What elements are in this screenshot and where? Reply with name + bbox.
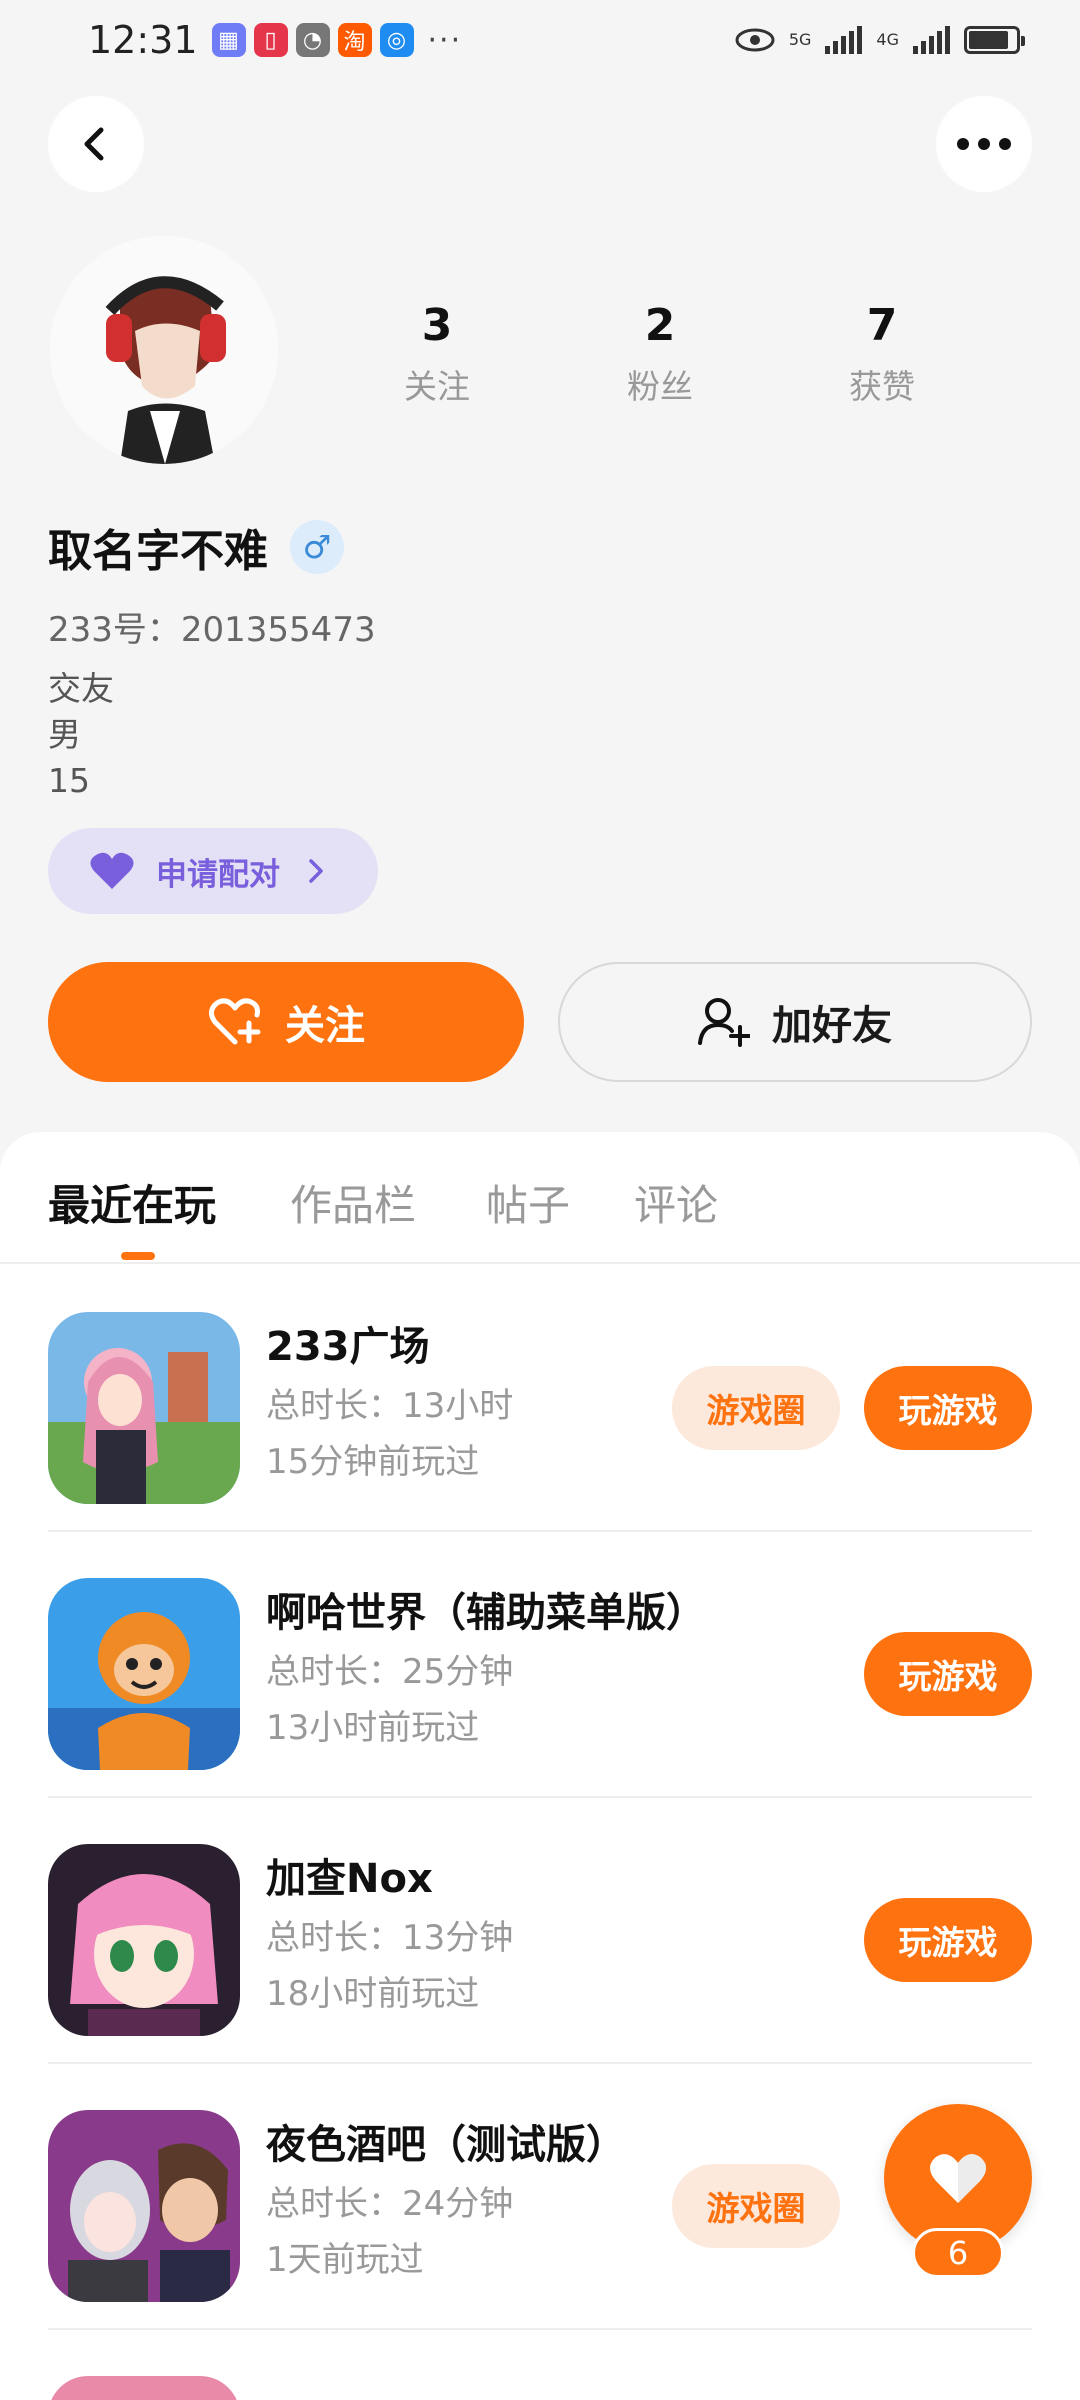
chevron-left-icon (84, 127, 104, 161)
heart-plus-icon (207, 997, 263, 1047)
app-tile-icon: ▦ (211, 23, 246, 57)
game-last-played: 1天前玩过 (266, 2240, 424, 2280)
game-icon-233-plaza (48, 1312, 240, 1504)
battery-icon (964, 26, 1025, 54)
game-icon-partial (48, 2376, 240, 2400)
game-name: 啊哈世界（辅助菜单版） (266, 1590, 706, 1636)
game-row-aha-world[interactable]: 啊哈世界（辅助菜单版） 总时长：25分钟 13小时前玩过 玩游戏 (48, 1532, 1032, 1798)
eye-icon (735, 28, 775, 52)
play-game-button[interactable]: 玩游戏 (864, 1366, 1032, 1450)
tab-works[interactable]: 作品栏 (290, 1172, 416, 1233)
follow-button[interactable]: 关注 (48, 962, 524, 1082)
stat-followers[interactable]: 2 粉丝 (560, 296, 760, 408)
avatar[interactable] (50, 236, 278, 464)
game-row-233-plaza[interactable]: 233广场 总时长：13小时 15分钟前玩过 游戏圈 玩游戏 (48, 1266, 1032, 1532)
game-total-time: 总时长：13分钟 (266, 1918, 514, 1958)
stat-value: 3 (421, 300, 453, 351)
bio-line: 交友 (48, 669, 114, 708)
book-app-icon: ▯ (253, 23, 288, 57)
tab-posts[interactable]: 帖子 (486, 1172, 570, 1233)
stat-label: 获赞 (849, 367, 915, 406)
status-more: ··· (427, 22, 463, 58)
more-dots-icon (957, 138, 1011, 150)
game-last-played: 15分钟前玩过 (266, 1442, 480, 1482)
chevron-right-icon (309, 859, 323, 883)
apply-pair-button[interactable]: 申请配对 (48, 828, 378, 914)
game-total-time: 总时长：13小时 (266, 1386, 514, 1426)
stat-following[interactable]: 3 关注 (337, 296, 537, 408)
status-bar: 12:31 ▦ ▯ ◔ 淘 ◎ ··· 5G 4G (0, 0, 1080, 80)
game-icon-night-bar (48, 2110, 240, 2302)
stat-likes[interactable]: 7 获赞 (782, 296, 982, 408)
game-last-played: 18小时前玩过 (266, 1974, 480, 2014)
game-last-played: 13小时前玩过 (266, 1708, 480, 1748)
user-id: 233号：201355473 (48, 610, 376, 650)
tab-bar: 最近在玩 作品栏 帖子 评论 (0, 1132, 1080, 1264)
stat-label: 粉丝 (627, 367, 693, 406)
bio: 交友 男 15 (48, 666, 114, 804)
battery-level (969, 31, 1009, 49)
more-button[interactable] (936, 96, 1032, 192)
heart-icon (90, 852, 134, 889)
add-user-icon (698, 997, 750, 1047)
tab-recent-play[interactable]: 最近在玩 (48, 1172, 216, 1233)
heart-icon (930, 2154, 986, 2203)
signal-icon (913, 26, 950, 54)
search-app-icon: ◎ (379, 23, 414, 57)
back-button[interactable] (48, 96, 144, 192)
male-icon: ♂ (290, 520, 344, 574)
game-row-gacha-nox[interactable]: 加查Nox 总时长：13分钟 18小时前玩过 玩游戏 (48, 1798, 1032, 2064)
status-indicators: 5G 4G (735, 26, 1025, 54)
like-count-badge: 6 (912, 2228, 1004, 2278)
game-circle-button[interactable]: 游戏圈 (672, 1366, 840, 1450)
stat-label: 关注 (404, 367, 470, 406)
taobao-icon: 淘 (337, 23, 372, 57)
stat-value: 7 (866, 300, 898, 351)
network-5g-label: 5G (788, 30, 812, 49)
game-name: 233广场 (266, 1324, 430, 1370)
status-time: 12:31 (88, 18, 198, 62)
wechat-icon: ◔ (295, 23, 330, 57)
bio-line: 男 (48, 715, 81, 754)
network-4g-label: 4G (876, 30, 899, 49)
avatar-illustration (50, 236, 278, 464)
bio-line: 15 (48, 761, 90, 800)
stat-value: 2 (644, 300, 676, 351)
game-name: 加查Nox (266, 1856, 433, 1902)
game-total-time: 总时长：25分钟 (266, 1652, 514, 1692)
nickname: 取名字不难 ♂ (48, 515, 344, 579)
game-icon-gacha-nox (48, 1844, 240, 2036)
tab-comments[interactable]: 评论 (634, 1172, 718, 1233)
add-friend-button[interactable]: 加好友 (558, 962, 1032, 1082)
game-total-time: 总时长：24分钟 (266, 2184, 514, 2224)
game-row-night-bar[interactable]: 夜色酒吧（测试版） 总时长：24分钟 1天前玩过 游戏圈 (48, 2064, 1032, 2330)
nickname-text: 取名字不难 (48, 526, 268, 577)
game-icon-aha-world (48, 1578, 240, 1770)
play-game-button[interactable]: 玩游戏 (864, 1898, 1032, 1982)
game-circle-button[interactable]: 游戏圈 (672, 2164, 840, 2248)
tab-indicator (121, 1252, 155, 1260)
play-game-button[interactable]: 玩游戏 (864, 1632, 1032, 1716)
game-name: 夜色酒吧（测试版） (266, 2122, 626, 2168)
signal-icon (825, 26, 863, 54)
follow-label: 关注 (285, 1003, 365, 1049)
apply-pair-label: 申请配对 (156, 856, 280, 893)
add-friend-label: 加好友 (772, 1003, 892, 1049)
